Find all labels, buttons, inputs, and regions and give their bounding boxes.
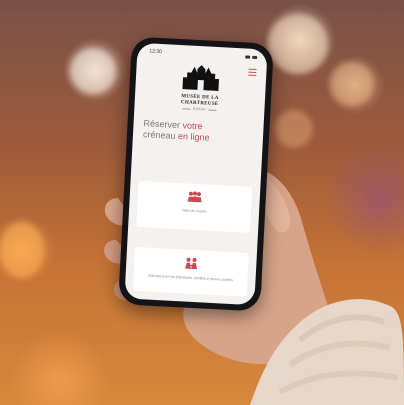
headline-part1: Réserver [143,118,183,131]
hamburger-menu-icon[interactable] [248,68,257,76]
group-visit-icon [187,191,202,203]
phone-screen: 12:30 MUSÉE DE LA CHARTREUSE DOUAI Réser… [124,42,268,306]
headline-part2: créneau [142,129,179,141]
page-headline: Réserver votre créneau en ligne [133,108,264,147]
museum-logo[interactable]: MUSÉE DE LA CHARTREUSE DOUAI [134,61,266,115]
headline-accent1: votre [182,120,203,132]
signal-icon [245,54,251,59]
workshop-icon [185,257,198,270]
card-label: Activités pour les individuels, familles… [148,273,233,283]
headline-accent2: en ligne [177,131,210,143]
smartphone: 12:30 MUSÉE DE LA CHARTREUSE DOUAI Réser… [118,36,274,312]
booking-card-museum-visit[interactable]: Visite du musée [136,181,253,233]
status-bar: 12:30 [137,43,268,64]
status-time: 12:30 [149,48,163,56]
card-label: Visite du musée [181,208,207,214]
status-icons [245,54,258,59]
chartreuse-building-icon [182,65,219,92]
photo-scene: 12:30 MUSÉE DE LA CHARTREUSE DOUAI Réser… [0,0,404,405]
booking-card-activities[interactable]: Activités pour les individuels, familles… [132,246,249,297]
battery-icon [252,55,258,59]
